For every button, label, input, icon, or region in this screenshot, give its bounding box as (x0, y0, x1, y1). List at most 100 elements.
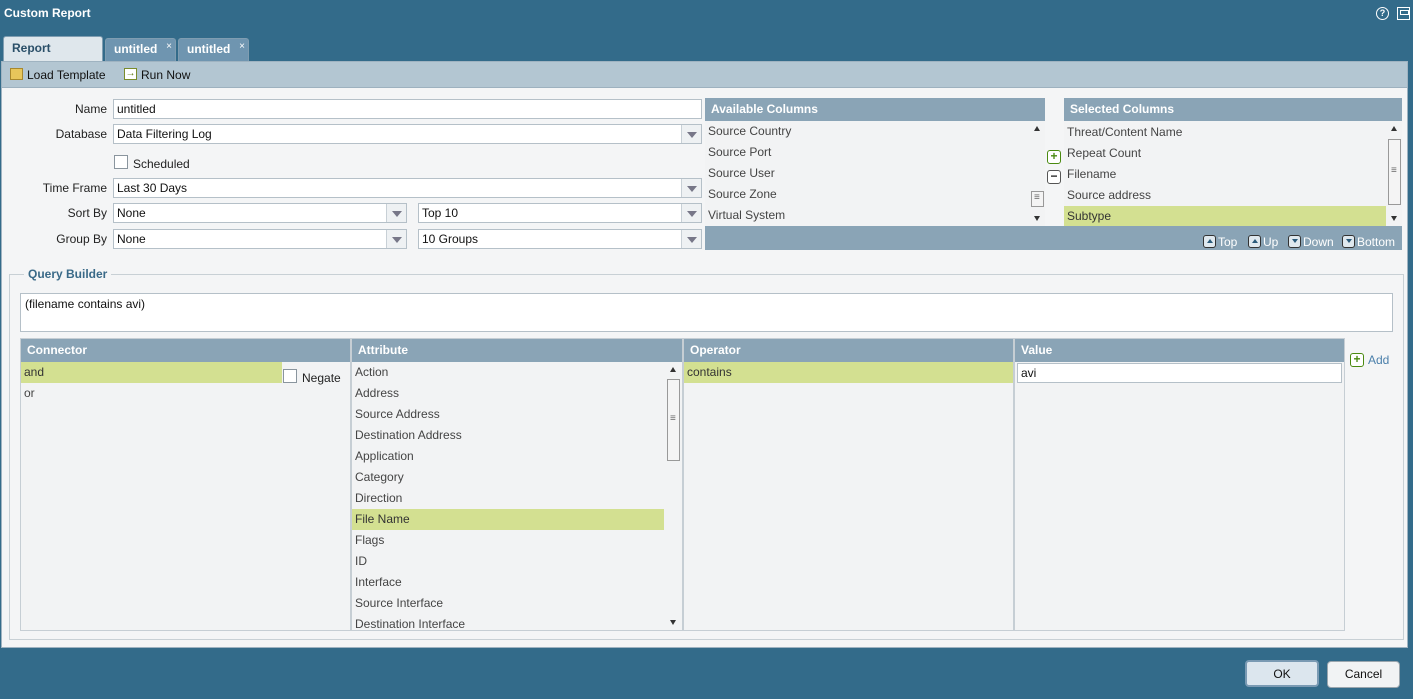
scroll-down-icon[interactable] (1034, 216, 1040, 221)
name-field[interactable]: untitled (113, 99, 702, 119)
operator-header: Operator (684, 339, 1013, 362)
scroll-up-icon[interactable] (670, 367, 676, 372)
add-column-icon[interactable]: + (1047, 150, 1061, 164)
selected-columns-header: Selected Columns (1064, 98, 1402, 121)
list-item[interactable]: Filename (1064, 164, 1386, 185)
tab-label: untitled (114, 42, 158, 56)
scheduled-checkbox[interactable] (114, 155, 128, 169)
scroll-down-icon[interactable] (670, 620, 676, 625)
connector-and[interactable]: and (21, 362, 282, 383)
tab-untitled-1[interactable]: untitled × (105, 38, 176, 61)
scrollbar[interactable] (1031, 121, 1044, 226)
attribute-header: Attribute (352, 339, 682, 362)
scroll-down-icon[interactable] (1391, 216, 1397, 221)
close-tab-icon[interactable]: × (239, 36, 245, 57)
value-input[interactable]: avi (1017, 363, 1342, 383)
move-bottom-icon (1342, 235, 1355, 248)
report-setting-panel: Load Template → Run Now Name untitled Da… (1, 61, 1408, 648)
move-down-button[interactable]: Down (1288, 234, 1334, 250)
available-columns-list[interactable]: Source Country Source Port Source User S… (705, 121, 1045, 226)
list-item[interactable]: Flags (352, 530, 664, 551)
load-template-button[interactable]: Load Template (10, 67, 106, 83)
query-textarea[interactable]: (filename contains avi) (20, 293, 1393, 332)
list-item[interactable]: Virtual System (705, 205, 1030, 226)
groupby-groups-select[interactable]: 10 Groups (418, 229, 702, 249)
list-item[interactable]: Interface (352, 572, 664, 593)
groupby-label: Group By (56, 232, 107, 246)
list-item[interactable]: Threat/Content Name (1064, 122, 1386, 143)
sortby-select[interactable]: None (113, 203, 407, 223)
scroll-thumb[interactable] (667, 379, 680, 461)
list-item[interactable]: Category (352, 467, 664, 488)
chevron-down-icon[interactable] (681, 125, 701, 143)
list-item[interactable]: Source Country (705, 121, 1030, 142)
scrollbar[interactable] (1388, 121, 1401, 226)
move-up-button[interactable]: Up (1248, 234, 1278, 250)
chevron-down-icon[interactable] (681, 204, 701, 222)
timeframe-select[interactable]: Last 30 Days (113, 178, 702, 198)
connector-header: Connector (21, 339, 350, 362)
chevron-down-icon[interactable] (681, 179, 701, 197)
help-icon[interactable]: ? (1376, 7, 1389, 20)
cancel-button[interactable]: Cancel (1327, 661, 1400, 688)
name-label: Name (74, 102, 107, 116)
add-query-button[interactable]: + Add (1350, 353, 1389, 367)
database-label: Database (55, 127, 107, 141)
attribute-panel: Attribute Action Address Source Address … (351, 338, 683, 631)
scroll-thumb[interactable] (1388, 139, 1401, 205)
list-item[interactable]: Source Zone (705, 184, 1030, 205)
move-bottom-button[interactable]: Bottom (1342, 234, 1395, 250)
list-item[interactable]: Source User (705, 163, 1030, 184)
remove-column-icon[interactable]: − (1047, 170, 1061, 184)
list-item[interactable]: Action (352, 362, 664, 383)
move-top-button[interactable]: Top (1203, 234, 1237, 250)
run-arrow-icon: → (124, 68, 137, 80)
value-header: Value (1015, 339, 1344, 362)
chevron-down-icon[interactable] (386, 230, 406, 248)
tab-untitled-2[interactable]: untitled × (178, 38, 249, 61)
list-item[interactable]: ID (352, 551, 664, 572)
list-item-selected[interactable]: Subtype (1064, 206, 1386, 227)
list-item[interactable]: Repeat Count (1064, 143, 1386, 164)
sortby-label: Sort By (67, 206, 107, 220)
tab-report-setting[interactable]: Report Setting (3, 36, 103, 78)
scrollbar[interactable] (667, 362, 680, 630)
list-item[interactable]: Destination Interface (352, 614, 664, 630)
move-down-icon (1288, 235, 1301, 248)
move-top-icon (1203, 235, 1216, 248)
scheduled-label: Scheduled (133, 157, 190, 171)
connector-or[interactable]: or (21, 383, 282, 404)
move-up-icon (1248, 235, 1261, 248)
list-item[interactable]: Application (352, 446, 664, 467)
groupby-select[interactable]: None (113, 229, 407, 249)
ok-button[interactable]: OK (1245, 660, 1319, 687)
list-item[interactable]: Destination Address (352, 425, 664, 446)
close-tab-icon[interactable]: × (166, 36, 172, 57)
title-bar: Custom Report ? (0, 0, 1413, 28)
negate-checkbox[interactable] (283, 369, 297, 383)
connector-panel: Connector and or Negate (20, 338, 351, 631)
list-item[interactable]: Source Port (705, 142, 1030, 163)
list-item-selected[interactable]: File Name (352, 509, 664, 530)
folder-icon (10, 68, 23, 80)
chevron-down-icon[interactable] (386, 204, 406, 222)
list-item[interactable]: Source Address (352, 404, 664, 425)
selected-columns-list[interactable]: Threat/Content Name Repeat Count Filenam… (1064, 121, 1402, 227)
negate-label: Negate (302, 371, 341, 385)
list-item-selected[interactable]: contains (684, 362, 1013, 383)
sortby-top-select[interactable]: Top 10 (418, 203, 702, 223)
scroll-thumb[interactable] (1031, 191, 1044, 207)
chevron-down-icon[interactable] (681, 230, 701, 248)
maximize-icon[interactable] (1397, 7, 1410, 20)
list-item[interactable]: Source address (1064, 185, 1386, 206)
list-item[interactable]: Address (352, 383, 664, 404)
plus-icon: + (1350, 353, 1364, 367)
run-now-button[interactable]: → Run Now (124, 67, 190, 83)
database-select[interactable]: Data Filtering Log (113, 124, 702, 144)
list-item[interactable]: Direction (352, 488, 664, 509)
window-title: Custom Report (4, 6, 91, 20)
scroll-up-icon[interactable] (1034, 126, 1040, 131)
list-item[interactable]: Source Interface (352, 593, 664, 614)
query-builder: Query Builder (filename contains avi) Co… (9, 267, 1404, 640)
scroll-up-icon[interactable] (1391, 126, 1397, 131)
